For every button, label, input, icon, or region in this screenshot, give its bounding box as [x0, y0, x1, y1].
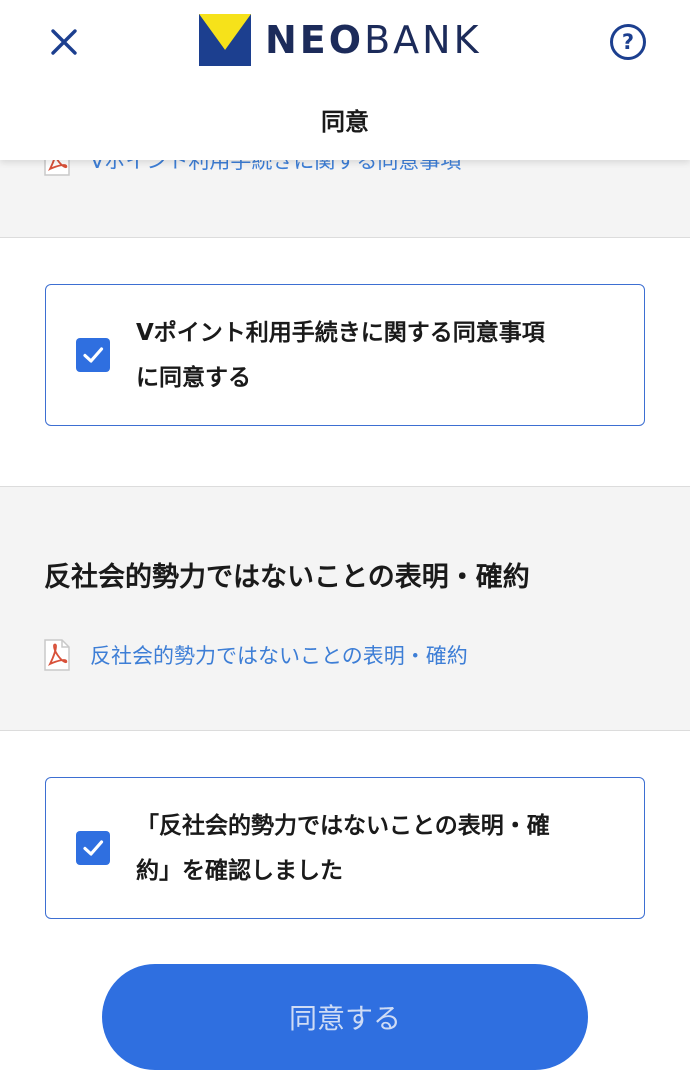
- section-heading: 反社会的勢力ではないことの表明・確約: [44, 562, 530, 593]
- help-circle-icon: ?: [610, 24, 646, 60]
- page-title: 同意: [321, 108, 369, 136]
- check-icon: [83, 840, 104, 856]
- brand-bold: NEO: [265, 18, 365, 62]
- app-header: NEOBANK ? 同意: [0, 0, 690, 160]
- checkbox-label: Vポイント利用手続きに関する同意事項 に同意する: [136, 311, 616, 401]
- doc-link-text: 反社会的勢力ではないことの表明・確約: [90, 644, 468, 668]
- checkbox-checked[interactable]: [76, 338, 110, 372]
- consent-checkbox-card-antisocial[interactable]: 「反社会的勢力ではないことの表明・確 約」を確認しました: [45, 777, 645, 919]
- svg-text:?: ?: [622, 30, 634, 54]
- v-logo-icon: [199, 14, 251, 66]
- help-button[interactable]: ?: [608, 22, 648, 62]
- doc-link-antisocial[interactable]: 反社会的勢力ではないことの表明・確約: [44, 639, 468, 671]
- brand-light: BANK: [364, 18, 482, 62]
- checkbox-label: 「反社会的勢力ではないことの表明・確 約」を確認しました: [136, 804, 616, 894]
- consent-doc-section-antisocial: 反社会的勢力ではないことの表明・確約 反社会的勢力ではないことの表明・確約: [0, 486, 690, 731]
- neobank-logo: NEOBANK: [199, 14, 482, 66]
- pdf-icon: [44, 639, 70, 671]
- check-icon: [83, 347, 104, 363]
- agree-button[interactable]: 同意する: [102, 964, 588, 1070]
- close-icon: [51, 29, 77, 55]
- checkbox-label-line: 「反社会的勢力ではないことの表明・確: [136, 813, 550, 839]
- close-button[interactable]: [44, 22, 84, 62]
- consent-checkbox-card-vpoint[interactable]: Vポイント利用手続きに関する同意事項 に同意する: [45, 284, 645, 426]
- checkbox-label-line: に同意する: [136, 365, 251, 391]
- brand-wordmark: NEOBANK: [265, 14, 482, 66]
- checkbox-label-line: Vポイント利用手続きに関する同意事項: [136, 320, 545, 346]
- checkbox-label-line: 約」を確認しました: [136, 858, 343, 884]
- checkbox-checked[interactable]: [76, 831, 110, 865]
